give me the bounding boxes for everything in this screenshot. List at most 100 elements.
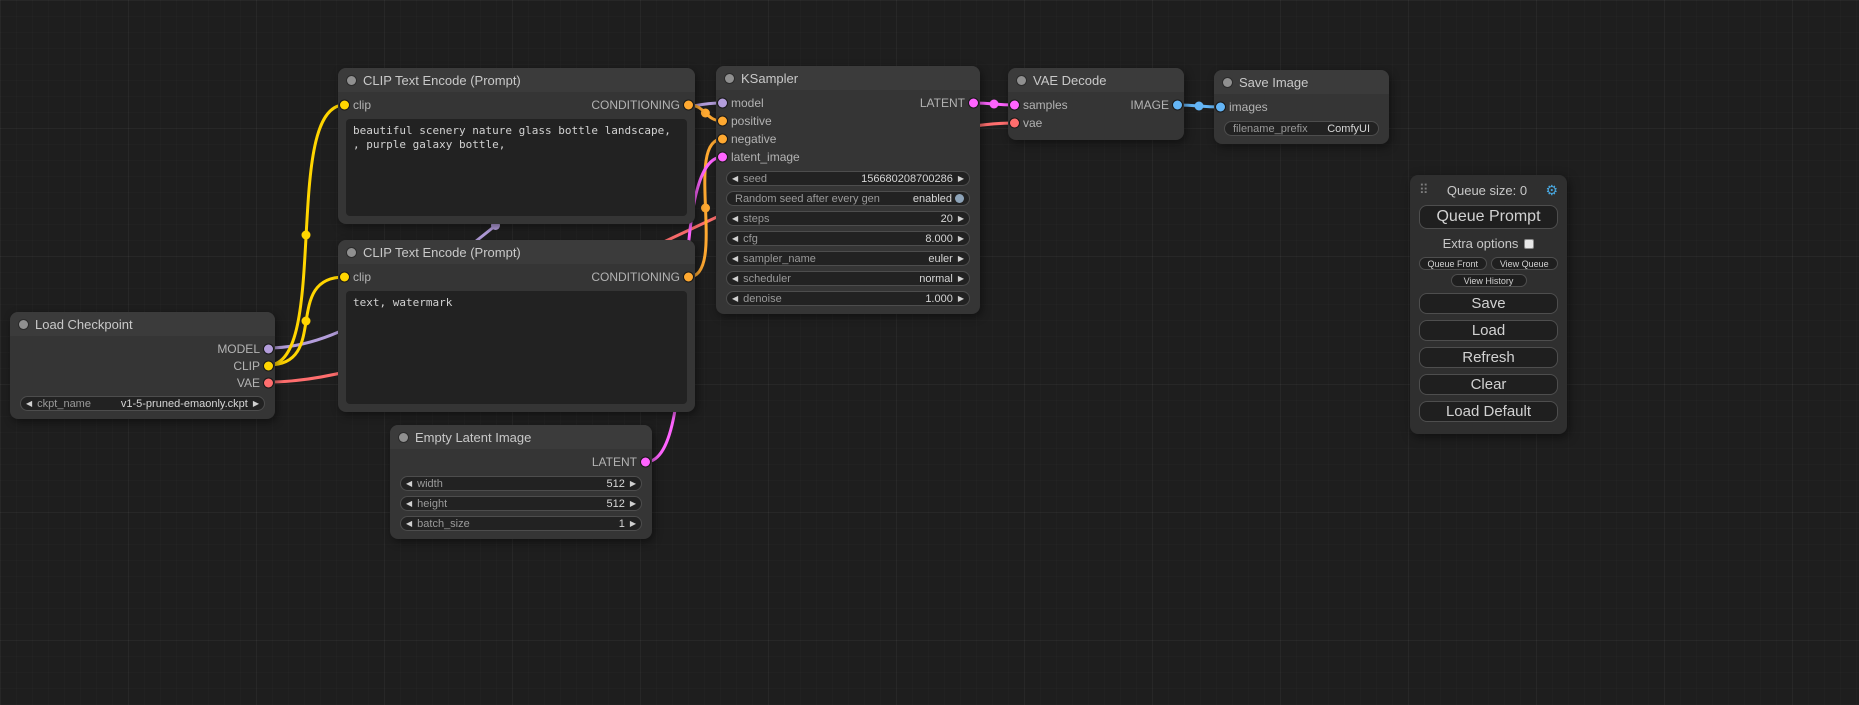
node-title-bar[interactable]: KSampler xyxy=(716,66,980,90)
node-load-checkpoint[interactable]: Load Checkpoint MODEL CLIP VAE ◀ ckpt_na… xyxy=(10,312,275,419)
node-title-bar[interactable]: Empty Latent Image xyxy=(390,425,652,449)
node-vae-decode[interactable]: VAE Decode samples IMAGE vae xyxy=(1008,68,1184,140)
increment-icon[interactable]: ▶ xyxy=(958,295,964,303)
node-title-bar[interactable]: Load Checkpoint xyxy=(10,312,275,336)
images-input-dot[interactable] xyxy=(1216,103,1225,112)
increment-icon[interactable]: ▶ xyxy=(958,275,964,283)
cfg-widget[interactable]: ◀ cfg 8.000 ▶ xyxy=(726,231,970,246)
node-clip-text-encode-positive[interactable]: CLIP Text Encode (Prompt) clip CONDITION… xyxy=(338,68,695,224)
decrement-icon[interactable]: ◀ xyxy=(26,400,32,408)
save-button[interactable]: Save xyxy=(1419,293,1558,314)
collapse-dot[interactable] xyxy=(1223,78,1232,87)
decrement-icon[interactable]: ◀ xyxy=(406,480,412,488)
ckpt-name-widget[interactable]: ◀ ckpt_name v1-5-pruned-emaonly.ckpt ▶ xyxy=(20,396,265,411)
latent-image-input-dot[interactable] xyxy=(718,153,727,162)
collapse-dot[interactable] xyxy=(347,76,356,85)
latent-output-dot[interactable] xyxy=(969,99,978,108)
collapse-dot[interactable] xyxy=(725,74,734,83)
node-title-bar[interactable]: Save Image xyxy=(1214,70,1389,94)
increment-icon[interactable]: ▶ xyxy=(958,255,964,263)
output-label: CLIP xyxy=(233,359,260,373)
output-label: LATENT xyxy=(592,455,637,469)
collapse-dot[interactable] xyxy=(19,320,28,329)
batch-size-widget[interactable]: ◀ batch_size 1 ▶ xyxy=(400,516,642,531)
scheduler-widget[interactable]: ◀ scheduler normal ▶ xyxy=(726,271,970,286)
latent-output-dot[interactable] xyxy=(641,458,650,467)
increment-icon[interactable]: ▶ xyxy=(958,215,964,223)
queue-front-button[interactable]: Queue Front xyxy=(1419,257,1487,270)
node-empty-latent-image[interactable]: Empty Latent Image LATENT ◀ width 512 ▶ … xyxy=(390,425,652,539)
node-clip-text-encode-negative[interactable]: CLIP Text Encode (Prompt) clip CONDITION… xyxy=(338,240,695,412)
model-input-dot[interactable] xyxy=(718,99,727,108)
prompt-textarea[interactable]: text, watermark xyxy=(346,291,687,404)
queue-prompt-button[interactable]: Queue Prompt xyxy=(1419,205,1558,229)
queue-menu-panel: ⠿ Queue size: 0 ⚙ Queue Prompt Extra opt… xyxy=(1410,175,1567,434)
seed-widget[interactable]: ◀ seed 156680208700286 ▶ xyxy=(726,171,970,186)
decrement-icon[interactable]: ◀ xyxy=(732,295,738,303)
output-label: MODEL xyxy=(217,342,260,356)
clip-input-dot[interactable] xyxy=(340,101,349,110)
clip-input-dot[interactable] xyxy=(340,273,349,282)
width-widget[interactable]: ◀ width 512 ▶ xyxy=(400,476,642,491)
random-seed-toggle-widget[interactable]: Random seed after every gen enabled xyxy=(726,191,970,206)
increment-icon[interactable]: ▶ xyxy=(630,500,636,508)
increment-icon[interactable]: ▶ xyxy=(630,480,636,488)
clip-output-dot[interactable] xyxy=(264,361,273,370)
toggle-dot-icon[interactable] xyxy=(955,194,964,203)
load-button[interactable]: Load xyxy=(1419,320,1558,341)
increment-icon[interactable]: ▶ xyxy=(958,175,964,183)
decrement-icon[interactable]: ◀ xyxy=(406,520,412,528)
drag-handle-icon[interactable]: ⠿ xyxy=(1419,182,1429,198)
widget-label: height xyxy=(417,498,447,510)
denoise-widget[interactable]: ◀ denoise 1.000 ▶ xyxy=(726,291,970,306)
negative-input-dot[interactable] xyxy=(718,135,727,144)
collapse-dot[interactable] xyxy=(399,433,408,442)
decrement-icon[interactable]: ◀ xyxy=(732,175,738,183)
filename-prefix-widget[interactable]: filename_prefix ComfyUI xyxy=(1224,121,1379,136)
decrement-icon[interactable]: ◀ xyxy=(732,235,738,243)
node-ksampler[interactable]: KSampler model LATENT positive negative … xyxy=(716,66,980,314)
extra-options-checkbox[interactable] xyxy=(1524,239,1534,249)
settings-gear-icon[interactable]: ⚙ xyxy=(1545,182,1558,199)
conditioning-output-dot[interactable] xyxy=(684,101,693,110)
model-output-dot[interactable] xyxy=(264,344,273,353)
decrement-icon[interactable]: ◀ xyxy=(732,275,738,283)
clear-button[interactable]: Clear xyxy=(1419,374,1558,395)
conditioning-output-dot[interactable] xyxy=(684,273,693,282)
vae-output-dot[interactable] xyxy=(264,378,273,387)
increment-icon[interactable]: ▶ xyxy=(958,235,964,243)
output-label: IMAGE xyxy=(1130,98,1169,112)
node-title-bar[interactable]: VAE Decode xyxy=(1008,68,1184,92)
slot-row-clip-conditioning: clip CONDITIONING xyxy=(338,96,695,114)
decrement-icon[interactable]: ◀ xyxy=(406,500,412,508)
increment-icon[interactable]: ▶ xyxy=(630,520,636,528)
input-slot-positive: positive xyxy=(716,112,980,130)
node-title-bar[interactable]: CLIP Text Encode (Prompt) xyxy=(338,240,695,264)
node-save-image[interactable]: Save Image images filename_prefix ComfyU… xyxy=(1214,70,1389,144)
refresh-button[interactable]: Refresh xyxy=(1419,347,1558,368)
view-history-button[interactable]: View History xyxy=(1451,274,1527,287)
sampler-name-widget[interactable]: ◀ sampler_name euler ▶ xyxy=(726,251,970,266)
image-output-dot[interactable] xyxy=(1173,101,1182,110)
output-slot-vae: VAE xyxy=(10,374,275,391)
widget-label: Random seed after every gen xyxy=(735,193,880,205)
positive-input-dot[interactable] xyxy=(718,117,727,126)
view-queue-button[interactable]: View Queue xyxy=(1491,257,1559,270)
vae-input-dot[interactable] xyxy=(1010,119,1019,128)
load-default-button[interactable]: Load Default xyxy=(1419,401,1558,422)
samples-input-dot[interactable] xyxy=(1010,101,1019,110)
height-widget[interactable]: ◀ height 512 ▶ xyxy=(400,496,642,511)
slot-row-clip-conditioning: clip CONDITIONING xyxy=(338,268,695,286)
collapse-dot[interactable] xyxy=(1017,76,1026,85)
node-title-bar[interactable]: CLIP Text Encode (Prompt) xyxy=(338,68,695,92)
collapse-dot[interactable] xyxy=(347,248,356,257)
output-label: LATENT xyxy=(920,96,965,110)
output-slot-latent: LATENT xyxy=(390,453,652,471)
prompt-textarea[interactable]: beautiful scenery nature glass bottle la… xyxy=(346,119,687,216)
decrement-icon[interactable]: ◀ xyxy=(732,255,738,263)
steps-widget[interactable]: ◀ steps 20 ▶ xyxy=(726,211,970,226)
widget-label: scheduler xyxy=(743,273,791,285)
decrement-icon[interactable]: ◀ xyxy=(732,215,738,223)
increment-icon[interactable]: ▶ xyxy=(253,400,259,408)
output-label: CONDITIONING xyxy=(591,98,680,112)
